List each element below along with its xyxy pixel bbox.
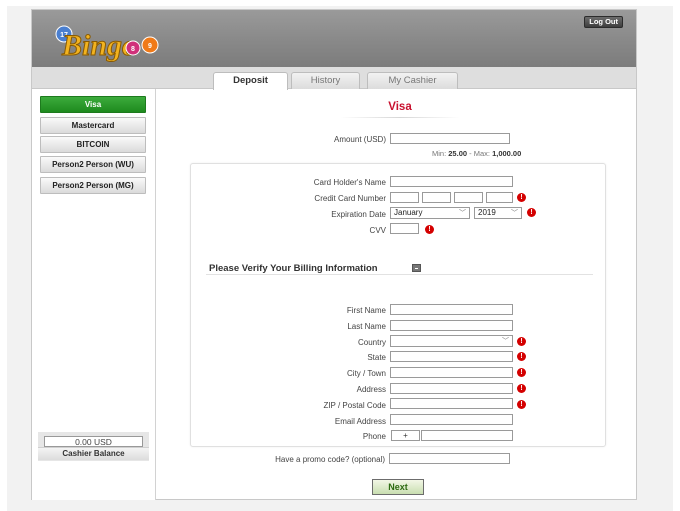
expiry-label: Expiration Date bbox=[331, 210, 386, 219]
min-label: Min: bbox=[432, 149, 447, 158]
phone-prefix[interactable]: + bbox=[391, 430, 420, 441]
last-name-label: Last Name bbox=[347, 322, 386, 331]
phone-label: Phone bbox=[362, 432, 386, 441]
card-holder-label: Card Holder's Name bbox=[313, 178, 386, 187]
first-name-label: First Name bbox=[346, 306, 386, 315]
promo-input[interactable] bbox=[389, 453, 510, 464]
email-label: Email Address bbox=[334, 417, 386, 426]
state-input[interactable] bbox=[390, 351, 513, 362]
cvv-input[interactable] bbox=[390, 223, 419, 234]
city-error-icon: ! bbox=[517, 368, 526, 377]
billing-divider bbox=[206, 274, 593, 275]
bingo-logo: 17 Bingo 8 9 bbox=[55, 25, 159, 62]
chevron-down-icon: ﹀ bbox=[502, 338, 509, 345]
collapse-icon[interactable] bbox=[412, 264, 421, 272]
zip-input[interactable] bbox=[390, 398, 513, 409]
card-number-label: Credit Card Number bbox=[314, 194, 386, 203]
card-number-part-4[interactable] bbox=[486, 192, 513, 203]
logout-button[interactable]: Log Out bbox=[584, 16, 623, 28]
tab-my-cashier[interactable]: My Cashier bbox=[367, 72, 458, 89]
billing-section-title: Please Verify Your Billing Information bbox=[209, 263, 378, 274]
expiry-month-select[interactable]: January ﹀ bbox=[390, 207, 470, 219]
method-p2p-wu[interactable]: Person2 Person (WU) bbox=[40, 156, 146, 173]
expiry-year-value: 2019 bbox=[478, 208, 496, 217]
amount-limits: Min: 25.00 - Max: 1,000.00 bbox=[432, 149, 521, 158]
address-error-icon: ! bbox=[517, 384, 526, 393]
method-p2p-mg[interactable]: Person2 Person (MG) bbox=[40, 177, 146, 194]
card-holder-input[interactable] bbox=[390, 176, 513, 187]
tab-bar: Deposit History My Cashier bbox=[32, 67, 636, 90]
first-name-input[interactable] bbox=[390, 304, 513, 315]
country-error-icon: ! bbox=[517, 337, 526, 346]
expiry-month-value: January bbox=[394, 208, 423, 217]
email-input[interactable] bbox=[390, 414, 513, 425]
city-input[interactable] bbox=[390, 367, 513, 378]
cvv-error-icon: ! bbox=[425, 225, 434, 234]
zip-error-icon: ! bbox=[517, 400, 526, 409]
card-number-part-3[interactable] bbox=[454, 192, 483, 203]
next-button[interactable]: Next bbox=[372, 479, 424, 495]
state-label: State bbox=[367, 353, 386, 362]
card-number-part-1[interactable] bbox=[390, 192, 419, 203]
method-mastercard[interactable]: Mastercard bbox=[40, 117, 146, 134]
balance-label: Cashier Balance bbox=[38, 447, 149, 460]
city-label: City / Town bbox=[347, 369, 386, 378]
state-error-icon: ! bbox=[517, 352, 526, 361]
method-visa[interactable]: Visa bbox=[40, 96, 146, 113]
svg-text:9: 9 bbox=[148, 43, 152, 50]
address-label: Address bbox=[356, 385, 386, 394]
title-divider bbox=[340, 117, 460, 118]
tab-history[interactable]: History bbox=[291, 72, 360, 89]
phone-input[interactable] bbox=[421, 430, 513, 441]
header-bar: 17 Bingo 8 9 Log Out bbox=[32, 10, 636, 67]
max-value: 1,000.00 bbox=[492, 149, 522, 158]
cvv-label: CVV bbox=[369, 226, 386, 235]
balance-value: 0.00 USD bbox=[44, 436, 143, 447]
svg-text:Bingo: Bingo bbox=[61, 29, 137, 62]
min-value: 25.00 bbox=[448, 149, 468, 158]
chevron-down-icon: ﹀ bbox=[511, 210, 518, 217]
svg-text:8: 8 bbox=[131, 46, 135, 53]
amount-label: Amount (USD) bbox=[333, 135, 386, 144]
expiry-year-select[interactable]: 2019 ﹀ bbox=[474, 207, 522, 219]
expiry-error-icon: ! bbox=[527, 208, 536, 217]
address-input[interactable] bbox=[390, 383, 513, 394]
amount-input[interactable] bbox=[390, 133, 510, 144]
country-label: Country bbox=[357, 338, 386, 347]
payment-method-sidebar: Visa Mastercard BITCOIN Person2 Person (… bbox=[32, 89, 156, 500]
method-bitcoin[interactable]: BITCOIN bbox=[40, 136, 146, 153]
country-select[interactable]: ﹀ bbox=[390, 335, 513, 347]
card-number-part-2[interactable] bbox=[422, 192, 451, 203]
max-label: - Max: bbox=[469, 149, 490, 158]
last-name-input[interactable] bbox=[390, 320, 513, 331]
chevron-down-icon: ﹀ bbox=[459, 210, 466, 217]
promo-label: Have a promo code? (optional) bbox=[275, 455, 385, 464]
card-number-error-icon: ! bbox=[517, 193, 526, 202]
tab-deposit[interactable]: Deposit bbox=[213, 72, 288, 90]
page-title: Visa bbox=[388, 101, 412, 113]
zip-label: ZIP / Postal Code bbox=[323, 401, 386, 410]
